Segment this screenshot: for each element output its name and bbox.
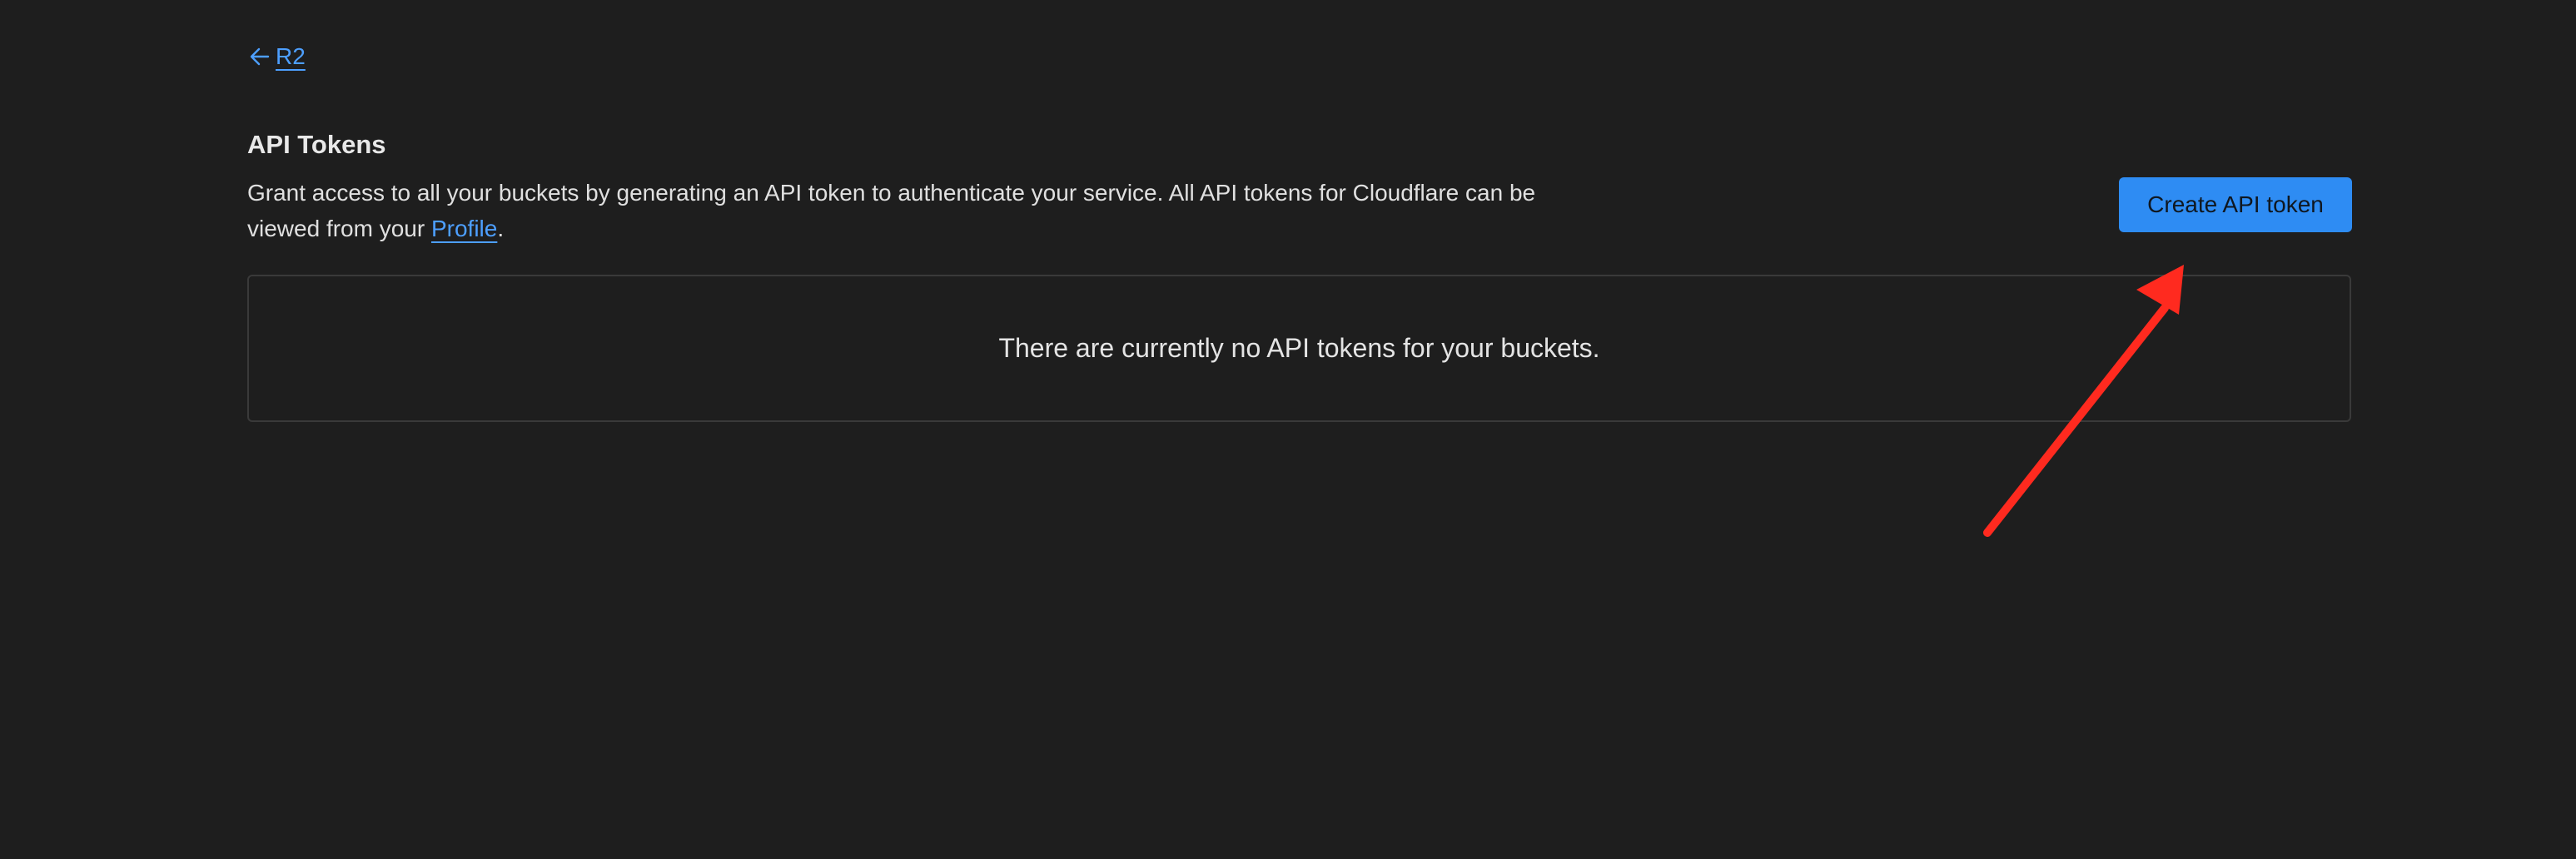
back-link-label[interactable]: R2: [276, 43, 306, 70]
arrow-left-icon: [247, 44, 272, 69]
create-api-token-button[interactable]: Create API token: [2119, 177, 2352, 232]
empty-state-message: There are currently no API tokens for yo…: [998, 333, 1600, 363]
back-to-r2-link[interactable]: R2: [247, 43, 306, 70]
empty-state-panel: There are currently no API tokens for yo…: [247, 275, 2351, 422]
profile-link[interactable]: Profile: [431, 216, 497, 241]
description-end: .: [497, 216, 505, 241]
annotation-arrow-icon: [1983, 265, 2184, 537]
page: R2 API Tokens Grant access to all your b…: [0, 0, 2576, 859]
section-description: Grant access to all your buckets by gene…: [247, 175, 1579, 246]
page-title: API Tokens: [247, 130, 386, 159]
